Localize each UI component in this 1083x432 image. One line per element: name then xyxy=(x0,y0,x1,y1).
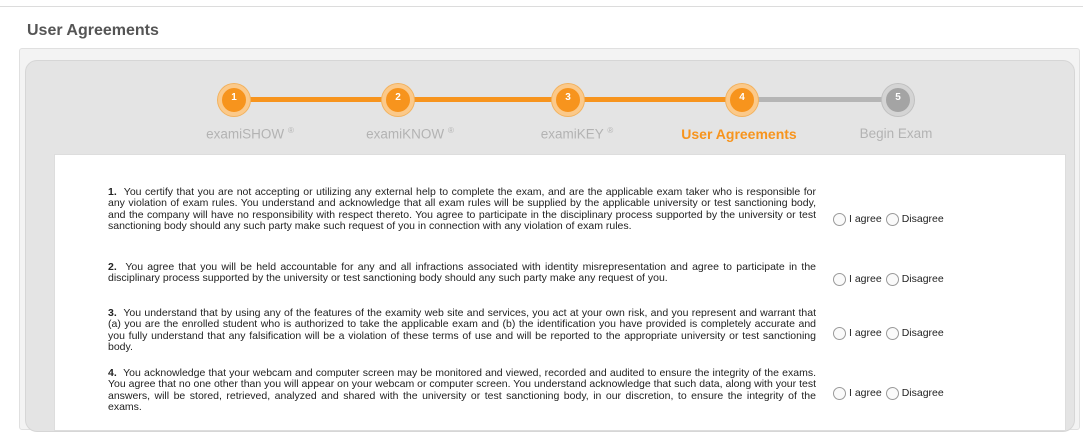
agreement-3-text: 3. You understand that by using any of t… xyxy=(108,307,816,354)
agreement-4-agree-label: I agree xyxy=(849,387,882,399)
agreement-3-disagree-label: Disagree xyxy=(901,327,944,339)
progress-track-completed xyxy=(234,97,742,102)
agreement-2-disagree-option[interactable]: Disagree xyxy=(885,272,944,286)
agreement-2-agree-label: I agree xyxy=(849,273,882,285)
agreement-2-disagree-label: Disagree xyxy=(901,273,944,285)
step-5-number: 5 xyxy=(895,92,901,103)
agreement-3-agree-radio[interactable] xyxy=(833,326,846,340)
agreement-1-disagree-option[interactable]: Disagree xyxy=(885,212,944,226)
step-5-label: Begin Exam xyxy=(859,126,933,141)
agreement-2-agree-option[interactable]: I agree xyxy=(833,272,882,286)
step-2-number: 2 xyxy=(395,92,401,103)
step-1-number: 1 xyxy=(231,92,237,103)
step-4-label: User Agreements xyxy=(681,126,797,142)
agreement-1-disagree-radio[interactable] xyxy=(885,212,899,226)
step-1: 1 xyxy=(218,84,250,116)
step-4-number: 4 xyxy=(739,92,745,103)
page-title: User Agreements xyxy=(27,22,159,39)
agreement-3-disagree-option[interactable]: Disagree xyxy=(885,326,944,340)
agreement-1-agree-radio[interactable] xyxy=(833,212,846,226)
top-divider xyxy=(0,6,1083,7)
agreement-4-agree-radio[interactable] xyxy=(833,386,846,400)
agreement-1-agree-option[interactable]: I agree xyxy=(833,212,882,226)
step-4: 4 xyxy=(726,84,758,116)
agreement-3-choices: I agree Disagree xyxy=(833,325,948,341)
step-2: 2 xyxy=(382,84,414,116)
agreement-3-agree-label: I agree xyxy=(849,327,882,339)
agreement-3-disagree-radio[interactable] xyxy=(885,326,899,340)
agreement-2-disagree-radio[interactable] xyxy=(885,272,899,286)
agreement-4-disagree-label: Disagree xyxy=(901,387,944,399)
step-3-number: 3 xyxy=(565,92,571,103)
progress-track-remaining xyxy=(742,97,898,102)
agreement-2-choices: I agree Disagree xyxy=(833,271,948,287)
agreement-4-disagree-radio[interactable] xyxy=(885,386,899,400)
step-3: 3 xyxy=(552,84,584,116)
agreement-3-agree-option[interactable]: I agree xyxy=(833,326,882,340)
step-5: 5 xyxy=(882,84,914,116)
agreement-1-agree-label: I agree xyxy=(849,213,882,225)
agreement-4-disagree-option[interactable]: Disagree xyxy=(885,386,944,400)
agreement-1-choices: I agree Disagree xyxy=(833,211,948,227)
agreement-2-agree-radio[interactable] xyxy=(833,272,846,286)
agreement-1-text: 1. You certify that you are not acceptin… xyxy=(108,186,816,233)
step-2-label: examiKNOW ® xyxy=(366,126,454,142)
agreement-2-text: 2. You agree that you will be held accou… xyxy=(108,261,816,285)
agreement-1-disagree-label: Disagree xyxy=(901,213,944,225)
step-1-label: examiSHOW ® xyxy=(206,126,294,142)
step-3-label: examiKEY ® xyxy=(540,126,614,142)
agreement-4-choices: I agree Disagree xyxy=(833,385,948,401)
agreement-4-agree-option[interactable]: I agree xyxy=(833,386,882,400)
agreement-4-text: 4. You acknowledge that your webcam and … xyxy=(108,367,816,414)
